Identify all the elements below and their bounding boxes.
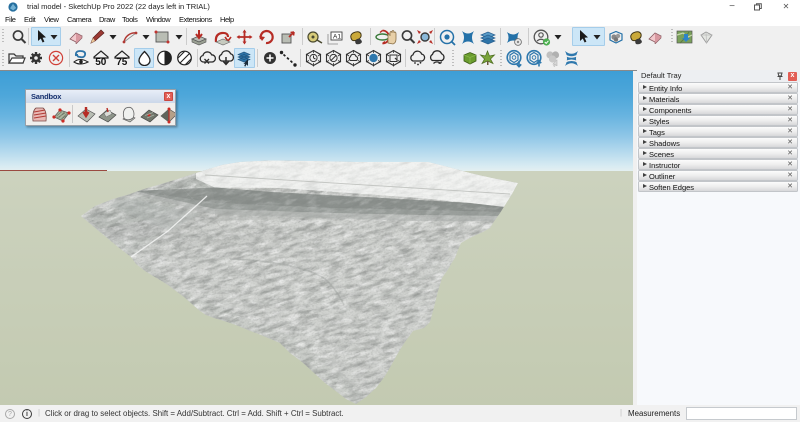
svg-text:A1: A1 [333, 34, 341, 41]
svg-text:75: 75 [116, 57, 128, 67]
svg-text:50: 50 [95, 57, 107, 67]
